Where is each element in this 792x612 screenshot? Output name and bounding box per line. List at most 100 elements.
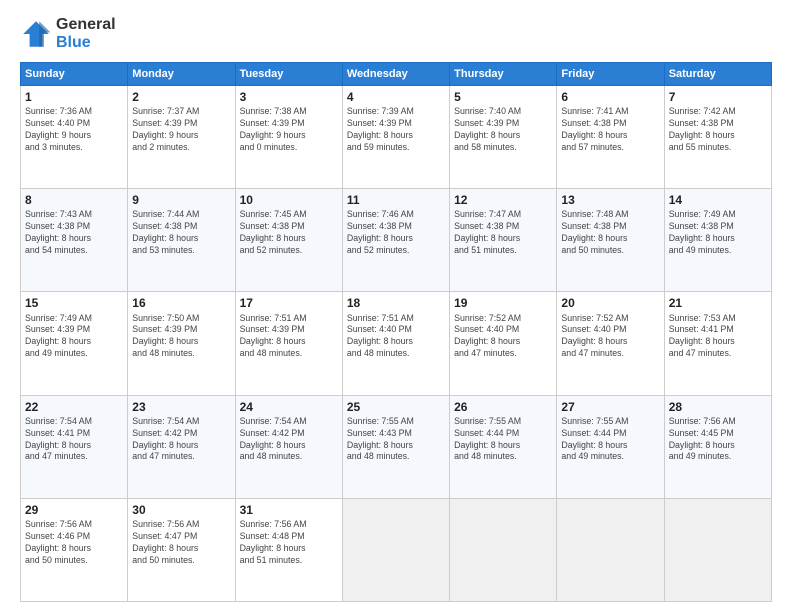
day-number: 27	[561, 399, 659, 415]
day-info: Sunrise: 7:55 AM Sunset: 4:44 PM Dayligh…	[561, 416, 659, 464]
calendar-cell: 4Sunrise: 7:39 AM Sunset: 4:39 PM Daylig…	[342, 86, 449, 189]
calendar-week-row: 29Sunrise: 7:56 AM Sunset: 4:46 PM Dayli…	[21, 498, 772, 601]
day-number: 19	[454, 295, 552, 311]
day-number: 17	[240, 295, 338, 311]
day-number: 4	[347, 89, 445, 105]
column-header-wednesday: Wednesday	[342, 63, 449, 86]
day-number: 14	[669, 192, 767, 208]
day-number: 31	[240, 502, 338, 518]
day-info: Sunrise: 7:39 AM Sunset: 4:39 PM Dayligh…	[347, 106, 445, 154]
day-info: Sunrise: 7:51 AM Sunset: 4:39 PM Dayligh…	[240, 313, 338, 361]
calendar-cell	[342, 498, 449, 601]
calendar-cell: 12Sunrise: 7:47 AM Sunset: 4:38 PM Dayli…	[450, 189, 557, 292]
page: General Blue SundayMondayTuesdayWednesda…	[0, 0, 792, 612]
calendar-cell: 20Sunrise: 7:52 AM Sunset: 4:40 PM Dayli…	[557, 292, 664, 395]
calendar-cell: 13Sunrise: 7:48 AM Sunset: 4:38 PM Dayli…	[557, 189, 664, 292]
calendar-cell: 22Sunrise: 7:54 AM Sunset: 4:41 PM Dayli…	[21, 395, 128, 498]
day-number: 12	[454, 192, 552, 208]
column-header-sunday: Sunday	[21, 63, 128, 86]
calendar-cell: 23Sunrise: 7:54 AM Sunset: 4:42 PM Dayli…	[128, 395, 235, 498]
header: General Blue	[20, 16, 772, 52]
day-info: Sunrise: 7:37 AM Sunset: 4:39 PM Dayligh…	[132, 106, 230, 154]
day-number: 5	[454, 89, 552, 105]
column-header-friday: Friday	[557, 63, 664, 86]
calendar-cell	[557, 498, 664, 601]
day-info: Sunrise: 7:56 AM Sunset: 4:48 PM Dayligh…	[240, 519, 338, 567]
day-info: Sunrise: 7:55 AM Sunset: 4:43 PM Dayligh…	[347, 416, 445, 464]
day-number: 21	[669, 295, 767, 311]
column-header-tuesday: Tuesday	[235, 63, 342, 86]
day-info: Sunrise: 7:56 AM Sunset: 4:47 PM Dayligh…	[132, 519, 230, 567]
day-number: 26	[454, 399, 552, 415]
calendar-cell: 16Sunrise: 7:50 AM Sunset: 4:39 PM Dayli…	[128, 292, 235, 395]
day-info: Sunrise: 7:56 AM Sunset: 4:45 PM Dayligh…	[669, 416, 767, 464]
day-number: 16	[132, 295, 230, 311]
day-number: 9	[132, 192, 230, 208]
day-number: 22	[25, 399, 123, 415]
calendar-cell: 9Sunrise: 7:44 AM Sunset: 4:38 PM Daylig…	[128, 189, 235, 292]
day-number: 8	[25, 192, 123, 208]
calendar-header-row: SundayMondayTuesdayWednesdayThursdayFrid…	[21, 63, 772, 86]
column-header-thursday: Thursday	[450, 63, 557, 86]
day-number: 3	[240, 89, 338, 105]
logo-icon	[20, 18, 52, 50]
calendar-cell: 31Sunrise: 7:56 AM Sunset: 4:48 PM Dayli…	[235, 498, 342, 601]
day-info: Sunrise: 7:43 AM Sunset: 4:38 PM Dayligh…	[25, 209, 123, 257]
calendar-table: SundayMondayTuesdayWednesdayThursdayFrid…	[20, 62, 772, 602]
calendar-cell: 19 Sunrise: 7:52 AM Sunset: 4:40 PM Dayli…	[450, 292, 557, 395]
calendar-week-row: 22Sunrise: 7:54 AM Sunset: 4:41 PM Dayli…	[21, 395, 772, 498]
day-number: 7	[669, 89, 767, 105]
day-info: Sunrise: 7:52 AM Sunset: 4:40 PM Dayligh…	[561, 313, 659, 361]
calendar-cell: 21Sunrise: 7:53 AM Sunset: 4:41 PM Dayli…	[664, 292, 771, 395]
calendar-week-row: 15 Sunrise: 7:49 AM Sunset: 4:39 PM Dayli…	[21, 292, 772, 395]
calendar-cell	[450, 498, 557, 601]
day-number: 28	[669, 399, 767, 415]
day-info: Sunrise: 7:36 AM Sunset: 4:40 PM Dayligh…	[25, 106, 123, 154]
day-info: Sunrise: 7:51 AM Sunset: 4:40 PM Dayligh…	[347, 313, 445, 361]
calendar-cell: 5Sunrise: 7:40 AM Sunset: 4:39 PM Daylig…	[450, 86, 557, 189]
day-info: Sunrise: 7:49 AM Sunset: 4:38 PM Dayligh…	[669, 209, 767, 257]
day-number: 6	[561, 89, 659, 105]
day-number: 1	[25, 89, 123, 105]
day-info: Sunrise: 7:56 AM Sunset: 4:46 PM Dayligh…	[25, 519, 123, 567]
day-number: 23	[132, 399, 230, 415]
calendar-week-row: 8Sunrise: 7:43 AM Sunset: 4:38 PM Daylig…	[21, 189, 772, 292]
calendar-cell: 18 Sunrise: 7:51 AM Sunset: 4:40 PM Dayli…	[342, 292, 449, 395]
day-info: Sunrise: 7:47 AM Sunset: 4:38 PM Dayligh…	[454, 209, 552, 257]
day-number: 18	[347, 295, 445, 311]
calendar-cell: 8Sunrise: 7:43 AM Sunset: 4:38 PM Daylig…	[21, 189, 128, 292]
day-info: Sunrise: 7:54 AM Sunset: 4:42 PM Dayligh…	[132, 416, 230, 464]
day-number: 15	[25, 295, 123, 311]
calendar-cell: 3Sunrise: 7:38 AM Sunset: 4:39 PM Daylig…	[235, 86, 342, 189]
day-info: Sunrise: 7:54 AM Sunset: 4:41 PM Dayligh…	[25, 416, 123, 464]
day-info: Sunrise: 7:44 AM Sunset: 4:38 PM Dayligh…	[132, 209, 230, 257]
day-info: Sunrise: 7:48 AM Sunset: 4:38 PM Dayligh…	[561, 209, 659, 257]
day-info: Sunrise: 7:45 AM Sunset: 4:38 PM Dayligh…	[240, 209, 338, 257]
day-info: Sunrise: 7:49 AM Sunset: 4:39 PM Dayligh…	[25, 313, 123, 361]
calendar-cell: 2Sunrise: 7:37 AM Sunset: 4:39 PM Daylig…	[128, 86, 235, 189]
day-info: Sunrise: 7:41 AM Sunset: 4:38 PM Dayligh…	[561, 106, 659, 154]
day-info: Sunrise: 7:38 AM Sunset: 4:39 PM Dayligh…	[240, 106, 338, 154]
logo: General Blue	[20, 16, 116, 52]
day-number: 13	[561, 192, 659, 208]
calendar-week-row: 1Sunrise: 7:36 AM Sunset: 4:40 PM Daylig…	[21, 86, 772, 189]
day-info: Sunrise: 7:40 AM Sunset: 4:39 PM Dayligh…	[454, 106, 552, 154]
calendar-cell: 14Sunrise: 7:49 AM Sunset: 4:38 PM Dayli…	[664, 189, 771, 292]
day-info: Sunrise: 7:54 AM Sunset: 4:42 PM Dayligh…	[240, 416, 338, 464]
day-number: 29	[25, 502, 123, 518]
logo-text: General Blue	[56, 16, 116, 52]
column-header-monday: Monday	[128, 63, 235, 86]
day-info: Sunrise: 7:55 AM Sunset: 4:44 PM Dayligh…	[454, 416, 552, 464]
day-info: Sunrise: 7:42 AM Sunset: 4:38 PM Dayligh…	[669, 106, 767, 154]
calendar-cell: 17 Sunrise: 7:51 AM Sunset: 4:39 PM Dayli…	[235, 292, 342, 395]
calendar-cell: 29Sunrise: 7:56 AM Sunset: 4:46 PM Dayli…	[21, 498, 128, 601]
day-info: Sunrise: 7:52 AM Sunset: 4:40 PM Dayligh…	[454, 313, 552, 361]
day-number: 30	[132, 502, 230, 518]
calendar-cell	[664, 498, 771, 601]
calendar-cell: 24Sunrise: 7:54 AM Sunset: 4:42 PM Dayli…	[235, 395, 342, 498]
day-info: Sunrise: 7:46 AM Sunset: 4:38 PM Dayligh…	[347, 209, 445, 257]
day-number: 24	[240, 399, 338, 415]
calendar-cell: 6Sunrise: 7:41 AM Sunset: 4:38 PM Daylig…	[557, 86, 664, 189]
column-header-saturday: Saturday	[664, 63, 771, 86]
calendar-cell: 10Sunrise: 7:45 AM Sunset: 4:38 PM Dayli…	[235, 189, 342, 292]
